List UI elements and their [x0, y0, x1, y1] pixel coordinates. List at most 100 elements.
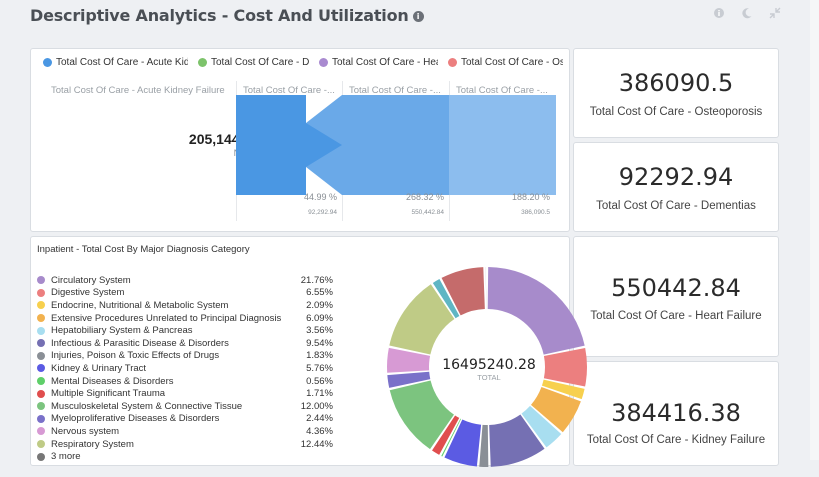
- legend-dot: [37, 288, 45, 297]
- category-name: Hepatobiliary System & Pancreas: [51, 325, 193, 337]
- category-value: 6.09%: [306, 312, 333, 324]
- kpi-card-kidney-failure: 384416.38 Total Cost Of Care - Kidney Fa…: [573, 361, 779, 466]
- collapse-icon[interactable]: [769, 7, 781, 19]
- donut-total-value: 16495240.28: [442, 357, 536, 373]
- stage-header: Total Cost Of Care - Acute Kidney Failur…: [51, 85, 225, 96]
- funnel-card: Total Cost Of Care - Acute Kidn Total Co…: [30, 48, 570, 232]
- page-title-text: Descriptive Analytics - Cost And Utiliza…: [30, 6, 409, 25]
- legend-label: Total Cost Of Care - Oste: [461, 57, 563, 68]
- legend-dot: [319, 58, 328, 67]
- kpi-card-dementias: 92292.94 Total Cost Of Care - Dementias: [573, 142, 779, 232]
- scrollbar[interactable]: [810, 0, 819, 460]
- category-value: 6.55%: [306, 287, 333, 299]
- legend-dot: [37, 452, 45, 461]
- category-value: 12.44%: [300, 438, 333, 450]
- legend-item-dementias[interactable]: Total Cost Of Care - De: [198, 57, 309, 68]
- legend-dot: [37, 402, 45, 411]
- kpi-label: Total Cost Of Care - Heart Failure: [590, 310, 762, 322]
- category-legend-item[interactable]: Myeloproliferative Diseases & Disorders 2…: [37, 413, 333, 426]
- funnel-chart: [236, 95, 556, 195]
- stage-percent: 44.99 %: [303, 192, 337, 202]
- category-legend-item[interactable]: Extensive Procedures Unrelated to Princi…: [37, 312, 333, 325]
- category-value: 2.09%: [306, 299, 333, 311]
- category-legend-item[interactable]: 3 more: [37, 450, 333, 463]
- legend-dot: [43, 58, 52, 67]
- category-legend-item[interactable]: Mental Diseases & Disorders 0.56%: [37, 375, 333, 388]
- info-icon[interactable]: i: [412, 11, 424, 22]
- kpi-label: Total Cost Of Care - Kidney Failure: [586, 434, 766, 446]
- category-name: Respiratory System: [51, 438, 134, 450]
- category-legend-item[interactable]: Hepatobiliary System & Pancreas 3.56%: [37, 324, 333, 337]
- legend-dot: [37, 301, 45, 310]
- category-name: Musculoskeletal System & Connective Tiss…: [51, 400, 243, 412]
- legend-label: Total Cost Of Care - Hear: [332, 57, 438, 68]
- top-bar: Descriptive Analytics - Cost And Utiliza…: [0, 0, 819, 30]
- legend-label: Total Cost Of Care - Acute Kidn: [56, 57, 188, 68]
- legend-item-osteoporosis[interactable]: Total Cost Of Care - Oste: [448, 57, 563, 68]
- donut-slice[interactable]: [479, 424, 489, 467]
- category-legend-item[interactable]: Infectious & Parasitic Disease & Disorde…: [37, 337, 333, 350]
- stage-raw-value: 550,442.84: [411, 209, 444, 216]
- donut-slice[interactable]: [441, 267, 485, 316]
- category-name: Digestive System: [51, 287, 125, 299]
- category-legend-item[interactable]: Multiple Significant Trauma 1.71%: [37, 387, 333, 400]
- kpi-value: 386090.5: [618, 69, 734, 97]
- category-legend-item[interactable]: Musculoskeletal System & Connective Tiss…: [37, 400, 333, 413]
- legend-dot: [448, 58, 457, 67]
- category-legend-item[interactable]: Nervous system 4.36%: [37, 425, 333, 438]
- category-name: Endocrine, Nutritional & Metabolic Syste…: [51, 299, 229, 311]
- category-legend-item[interactable]: Injuries, Poison & Toxic Effects of Drug…: [37, 350, 333, 363]
- kpi-value: 384416.38: [611, 399, 741, 427]
- legend-dot: [198, 58, 207, 67]
- category-value: 2.44%: [306, 413, 333, 425]
- category-name: Infectious & Parasitic Disease & Disorde…: [51, 337, 229, 349]
- kpi-value: 92292.94: [618, 163, 734, 191]
- category-name: Myeloproliferative Diseases & Disorders: [51, 413, 220, 425]
- category-name: Mental Diseases & Disorders: [51, 375, 174, 387]
- moon-icon[interactable]: [741, 7, 753, 19]
- category-name: Nervous system: [51, 425, 120, 437]
- category-name: Circulatory System: [51, 274, 131, 286]
- category-value: 1.83%: [306, 350, 333, 362]
- category-legend: Circulatory System 21.76% Digestive System…: [37, 274, 333, 463]
- legend-dot: [37, 414, 45, 423]
- category-legend-item[interactable]: Circulatory System 21.76%: [37, 274, 333, 287]
- diagnosis-category-card: Inpatient - Total Cost By Major Diagnosi…: [30, 236, 587, 467]
- category-value: 21.76%: [300, 274, 333, 286]
- legend-dot: [37, 377, 45, 386]
- category-name: Injuries, Poison & Toxic Effects of Drug…: [51, 350, 220, 362]
- legend-item-acute-kidney[interactable]: Total Cost Of Care - Acute Kidn: [43, 57, 188, 68]
- legend-dot: [37, 326, 45, 335]
- category-value: 9.54%: [306, 337, 333, 349]
- category-name: 3 more: [51, 451, 81, 463]
- category-name: Multiple Significant Trauma: [51, 388, 166, 400]
- kpi-label: Total Cost Of Care - Osteoporosis: [589, 106, 763, 118]
- legend-label: Total Cost Of Care - De: [211, 57, 309, 68]
- funnel-legend: Total Cost Of Care - Acute Kidn Total Co…: [43, 57, 563, 68]
- category-legend-item[interactable]: Endocrine, Nutritional & Metabolic Syste…: [37, 299, 333, 312]
- page-title: Descriptive Analytics - Cost And Utiliza…: [30, 6, 424, 25]
- category-legend-item[interactable]: Respiratory System 12.44%: [37, 438, 333, 451]
- funnel-notch-overlay: [306, 95, 342, 195]
- legend-dot: [37, 427, 45, 436]
- kpi-card-osteoporosis: 386090.5 Total Cost Of Care - Osteoporos…: [573, 48, 779, 138]
- stage-raw-value: 386,090.5: [521, 209, 550, 216]
- category-value: 5.76%: [306, 362, 333, 374]
- donut-slice[interactable]: [485, 267, 487, 310]
- legend-item-heart-failure[interactable]: Total Cost Of Care - Hear: [319, 57, 438, 68]
- funnel-segment-heart-failure: [342, 95, 449, 195]
- category-value: 4.36%: [306, 425, 333, 437]
- donut-title: Inpatient - Total Cost By Major Diagnosi…: [37, 244, 250, 255]
- legend-dot: [37, 440, 45, 449]
- category-value: 12.00%: [300, 400, 333, 412]
- legend-dot: [37, 389, 45, 398]
- info-circle-icon[interactable]: [713, 7, 725, 19]
- category-legend-item[interactable]: Digestive System 6.55%: [37, 287, 333, 300]
- legend-dot: [37, 314, 45, 323]
- stage-raw-value: 92,292.94: [308, 209, 337, 216]
- legend-dot: [37, 339, 45, 348]
- category-value: 1.71%: [306, 388, 333, 400]
- legend-dot: [37, 276, 45, 285]
- donut-slice[interactable]: [487, 267, 585, 355]
- category-legend-item[interactable]: Kidney & Urinary Tract 5.76%: [37, 362, 333, 375]
